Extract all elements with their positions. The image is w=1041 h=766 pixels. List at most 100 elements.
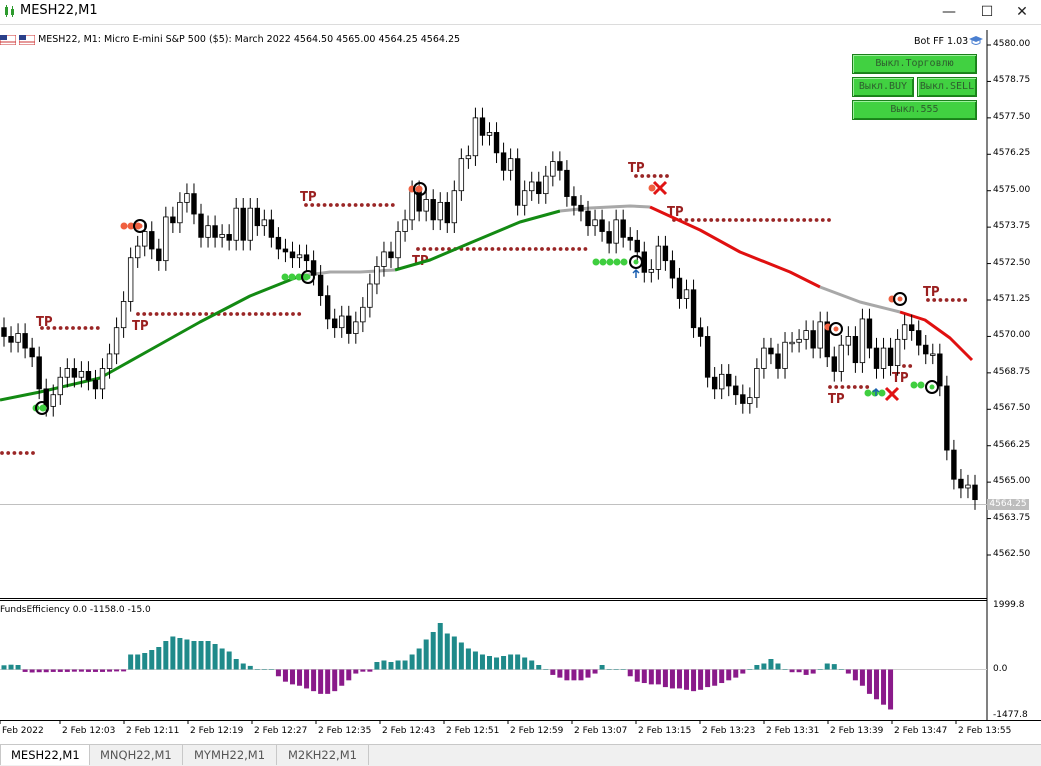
tp-dot [241,312,246,316]
histogram-bar [268,669,274,670]
x-axis-label: 2 Feb 13:23 [702,726,756,736]
position-marker-core [417,186,423,192]
close-button[interactable]: ✕ [1003,0,1041,24]
tab-mymh22[interactable]: MYMH22,M1 [184,745,277,765]
maximize-button[interactable]: ☐ [968,0,1006,24]
tp-dot [814,218,819,222]
sell-off-button[interactable]: Выкл.SELL [917,77,977,97]
candle-body [170,216,176,224]
tp-dot [564,247,569,251]
tp-dot [540,247,544,251]
candle-body [796,338,802,343]
tp-dot [502,247,507,251]
tp-dot [758,218,763,222]
moving-average-line [819,285,901,314]
tp-label: TP [828,392,845,407]
tp-dot [902,364,906,368]
tp-dot [297,312,302,316]
histogram-bar [451,636,457,670]
tp-dot [89,326,94,330]
tp-dot [703,218,707,222]
tp-dot [957,298,961,302]
tp-dot [746,218,751,222]
tp-dot [71,326,75,330]
candle-body [388,251,394,259]
tab-mnqh22[interactable]: MNQH22,M1 [90,745,183,765]
tp-dot [160,312,165,316]
candle-body [543,175,549,195]
candle-body [768,347,774,355]
histogram-bar [761,663,767,670]
x-axis-label: 2 Feb 13:15 [638,726,692,736]
x-axis-label: 2 Feb 12:43 [382,726,436,736]
y-axis-label: 4572.50 [993,257,1031,268]
tp-dot [278,312,283,316]
candle-body [536,181,542,195]
tp-dot [715,218,720,222]
position-marker-core [137,223,143,229]
sell-signal-dot [648,184,656,192]
tab-m2kh22[interactable]: M2KH22,M1 [278,745,369,765]
histogram-bar [740,669,746,674]
candle-body [275,236,282,250]
histogram-bar [282,669,288,682]
buy-off-button[interactable]: Выкл.BUY [852,77,914,97]
y-axis-label: 4575.00 [993,184,1031,195]
tp-dot [471,247,476,251]
histogram-bar [550,669,556,675]
tp-dot [316,203,321,207]
tp-dot [83,326,88,330]
candle-body [578,204,584,212]
candle-body [747,397,753,404]
candle-body [972,484,978,501]
tp-dot [64,326,69,330]
candle-body [374,266,380,285]
tp-label: TP [300,190,317,205]
y-axis-label: 4566.25 [993,439,1031,450]
candle-body [205,225,211,238]
histogram-bar [543,669,549,670]
histogram-bar [423,639,429,670]
position-marker-core [305,274,311,280]
price-chart[interactable]: TP TPTPTPTPTPTPTPTP [0,24,1041,744]
histogram-bar [733,669,739,678]
candle-body [233,207,239,241]
histogram-bar [641,669,647,684]
candle-body [261,219,268,227]
tp-dot [834,385,839,389]
candle-body [908,324,915,331]
tp-dot [359,203,364,207]
candle-body [859,318,866,364]
tp-dot [846,385,851,389]
tp-dot [734,218,738,222]
tp-dot [828,385,832,389]
trading-off-button[interactable]: Выкл.Торговлю [852,54,977,74]
off-555-button[interactable]: Выкл.555 [852,100,977,120]
histogram-bar [430,631,436,670]
histogram-bar [142,652,148,670]
histogram-bar [803,669,809,675]
candle-body [29,347,35,358]
tp-dot [173,312,178,316]
tp-dot [690,218,695,222]
y-axis-label: 4562.50 [993,549,1031,559]
tp-dot [284,312,289,316]
tp-label: TP [923,285,940,300]
histogram-bar [888,669,894,710]
candle-body [930,353,936,356]
candle-body [71,368,78,378]
tp-dot [852,385,857,389]
x-axis-label: 2 Feb 12:27 [254,726,308,736]
x-axis-label: 2 Feb 13:07 [574,726,628,736]
histogram-bar [107,669,113,672]
tab-mesh22[interactable]: MESH22,M1 [0,745,90,765]
histogram-bar [388,661,394,670]
y-axis-label: 4578.75 [993,75,1031,86]
minimize-button[interactable]: — [930,0,968,24]
histogram-bar [684,669,690,690]
histogram-bar [866,669,872,694]
tp-dot [802,218,807,222]
buy-arrow-icon [632,268,640,278]
candle-body [99,368,106,390]
histogram-bar [620,669,626,670]
